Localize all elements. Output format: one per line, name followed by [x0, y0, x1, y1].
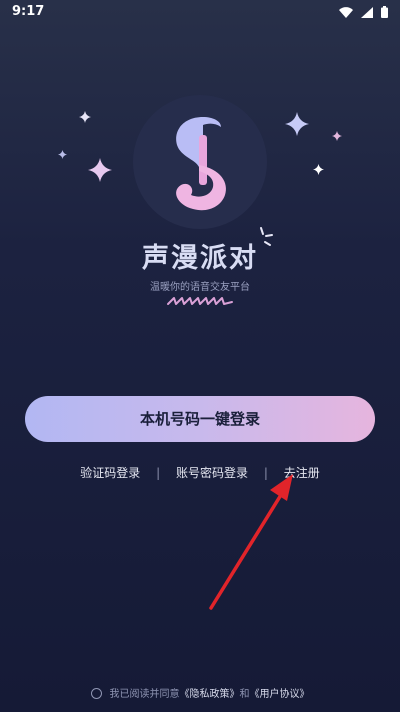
separator: | — [263, 466, 268, 480]
sparkle-icon — [88, 158, 112, 182]
status-icons — [339, 6, 388, 18]
agreement-row: 我已阅读并同意《隐私政策》和《用户协议》 — [0, 685, 400, 700]
sms-code-login-link[interactable]: 验证码登录 — [80, 464, 140, 481]
agreement-text: 我已阅读并同意 — [109, 689, 180, 700]
sparkle-icon — [58, 150, 67, 159]
privacy-policy-link[interactable]: 《隐私政策》 — [180, 689, 240, 700]
app-logo — [133, 95, 267, 229]
signal-icon — [361, 6, 373, 18]
register-link[interactable]: 去注册 — [284, 464, 320, 481]
one-click-login-button[interactable]: 本机号码一键登录 — [25, 396, 375, 442]
sparkle-icon — [332, 131, 342, 141]
agreement-and: 和 — [239, 689, 250, 700]
sparkle-icon — [79, 111, 91, 123]
app-title: 声漫派对 — [142, 243, 258, 274]
squiggle-decoration-icon — [167, 297, 233, 305]
battery-icon — [381, 6, 388, 18]
separator: | — [156, 466, 161, 480]
status-bar: 9:17 — [0, 0, 400, 26]
agreement-checkbox[interactable] — [90, 687, 102, 699]
wifi-icon — [339, 6, 353, 18]
password-login-link[interactable]: 账号密码登录 — [176, 464, 248, 481]
status-time: 9:17 — [12, 4, 45, 19]
user-agreement-link[interactable]: 《用户协议》 — [250, 689, 310, 700]
sparkle-icon — [313, 164, 324, 175]
music-note-logo-icon — [176, 117, 226, 211]
app-subtitle: 温暖你的语音交友平台 — [150, 282, 250, 293]
sparkle-icon — [285, 112, 309, 136]
login-options: 验证码登录 | 账号密码登录 | 去注册 — [0, 464, 400, 481]
